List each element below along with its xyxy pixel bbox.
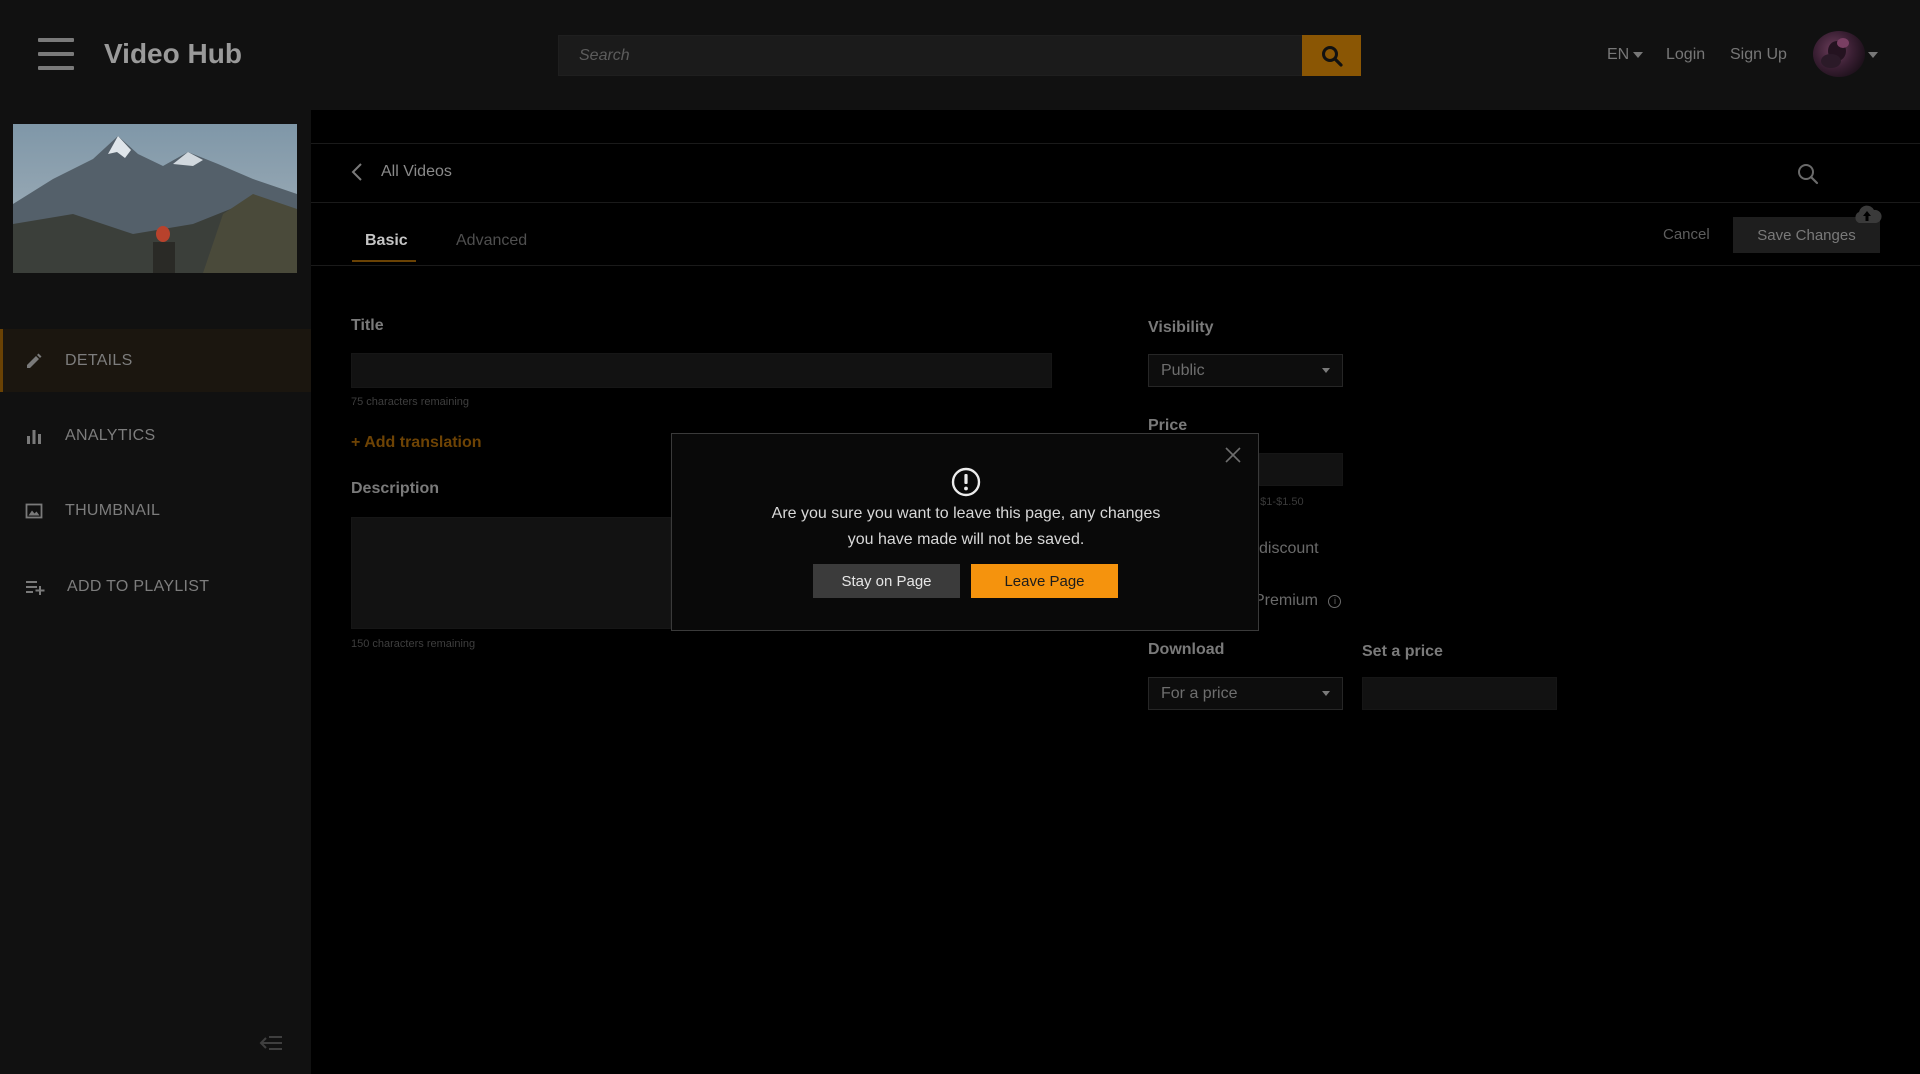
title-hint: 75 characters remaining (351, 396, 470, 408)
premium-option: Premium i (1254, 592, 1342, 610)
pencil-icon (27, 353, 42, 368)
premium-option-label: Premium (1254, 592, 1319, 609)
chevron-down-icon (1633, 52, 1644, 58)
dialog-message-line2: you have made will not be saved. (847, 531, 1085, 548)
leave-page-dialog: Are you sure you want to leave this page… (671, 433, 1259, 631)
search-button[interactable] (1302, 35, 1361, 76)
language-selector[interactable]: EN (1607, 46, 1644, 64)
sidebar-item-details[interactable]: DETAILS (0, 329, 311, 392)
login-link[interactable]: Login (1666, 46, 1705, 64)
divider (311, 202, 1920, 203)
upload-icon[interactable] (1852, 203, 1882, 225)
search-icon (1321, 45, 1343, 67)
image-icon (25, 503, 43, 518)
bar-chart-icon (27, 429, 41, 444)
tab-basic[interactable]: Basic (365, 232, 408, 250)
leave-page-button[interactable]: Leave Page (971, 564, 1118, 598)
warning-icon (951, 467, 981, 497)
chevron-left-icon (351, 163, 362, 181)
sidebar-item-label: DETAILS (65, 351, 133, 369)
back-to-all-videos[interactable]: All Videos (351, 162, 452, 182)
description-hint: 150 characters remaining (351, 638, 476, 650)
signup-link[interactable]: Sign Up (1730, 46, 1787, 64)
visibility-value: Public (1161, 361, 1205, 379)
sidebar-item-label: THUMBNAIL (65, 501, 161, 519)
search-icon[interactable] (1796, 162, 1820, 186)
brand-title[interactable]: Video Hub (104, 38, 242, 70)
visibility-select[interactable]: Public (1148, 354, 1343, 387)
search-box (558, 35, 1361, 76)
avatar-chevron-down-icon[interactable] (1868, 52, 1878, 58)
add-translation-link[interactable]: + Add translation (351, 434, 482, 452)
top-bar: Video Hub EN Login Sign Up (0, 0, 1920, 110)
tab-advanced[interactable]: Advanced (456, 232, 527, 250)
set-price-input[interactable] (1362, 677, 1557, 710)
search-input[interactable] (559, 36, 1304, 75)
download-select[interactable]: For a price (1148, 677, 1343, 710)
download-value: For a price (1161, 684, 1238, 702)
close-icon[interactable] (1224, 446, 1242, 464)
avatar[interactable] (1813, 31, 1865, 77)
info-icon[interactable]: i (1328, 595, 1342, 608)
title-label: Title (351, 317, 384, 334)
chevron-down-icon (1322, 691, 1330, 696)
sidebar-item-add-to-playlist[interactable]: ADD TO PLAYLIST (0, 555, 311, 618)
chevron-down-icon (1322, 368, 1330, 373)
back-label: All Videos (381, 163, 452, 180)
sidebar-item-label: ADD TO PLAYLIST (67, 577, 210, 595)
dialog-message: Are you sure you want to leave this page… (672, 501, 1260, 553)
set-price-label: Set a price (1362, 643, 1443, 660)
stay-on-page-button[interactable]: Stay on Page (813, 564, 960, 598)
description-textarea[interactable] (351, 517, 671, 629)
menu-icon[interactable] (38, 38, 74, 70)
sidebar: DETAILS ANALYTICS THUMBNAIL ADD TO PLAYL… (0, 110, 311, 1074)
sidebar-item-thumbnail[interactable]: THUMBNAIL (0, 479, 311, 542)
discount-option-label: discount (1259, 540, 1319, 557)
divider (311, 265, 1920, 266)
download-label: Download (1148, 641, 1225, 658)
visibility-label: Visibility (1148, 319, 1214, 336)
collapse-sidebar-icon[interactable] (258, 1034, 284, 1052)
title-input[interactable] (351, 353, 1052, 388)
subheader-divider (311, 143, 1920, 144)
app-root: Video Hub EN Login Sign Up (0, 0, 1920, 1074)
cancel-button[interactable]: Cancel (1663, 226, 1710, 243)
sidebar-item-label: ANALYTICS (65, 426, 156, 444)
dialog-message-line1: Are you sure you want to leave this page… (771, 505, 1161, 522)
language-label: EN (1607, 46, 1630, 63)
sidebar-item-analytics[interactable]: ANALYTICS (0, 404, 311, 467)
price-input[interactable] (1259, 453, 1343, 486)
playlist-add-icon (26, 580, 45, 595)
video-thumbnail (13, 124, 297, 273)
active-tab-indicator (352, 260, 416, 262)
description-label: Description (351, 480, 440, 497)
